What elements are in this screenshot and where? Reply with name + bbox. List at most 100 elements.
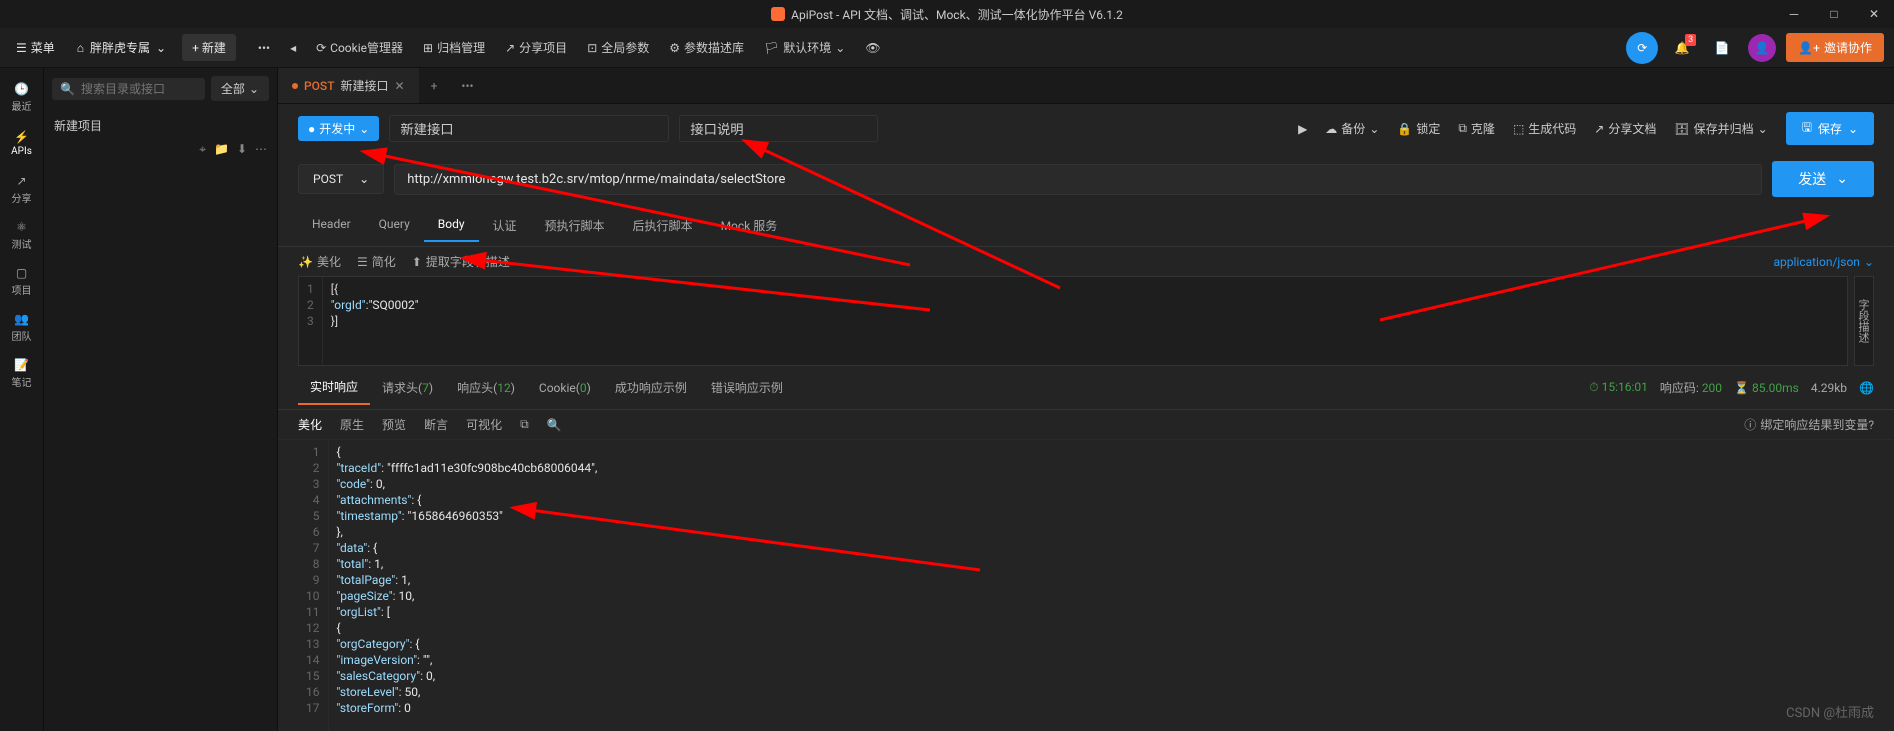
content: POST 新建接口 ✕ + ••• ●开发中 ⌄ ▶ ☁备份 ⌄ — [278, 68, 1894, 731]
unsaved-indicator — [292, 83, 298, 89]
content-type-select[interactable]: application/json ⌄ — [1773, 255, 1874, 269]
request-body-code[interactable]: [{ "orgId":"SQ0002"}] — [323, 277, 1847, 365]
download-icon[interactable]: ⬇ — [237, 142, 247, 157]
url-row: POST ⌄ 发送 ⌄ — [278, 153, 1894, 205]
extract-button[interactable]: ⬆提取字段和描述 — [412, 253, 510, 270]
app-title: ApiPost - API 文档、调试、Mock、测试一体化协作平台 V6.1.… — [771, 6, 1123, 23]
tab-header[interactable]: Header — [298, 209, 365, 242]
tab-add[interactable]: + — [419, 79, 450, 93]
tab-realtime[interactable]: 实时响应 — [298, 370, 370, 405]
avatar: 👤 — [1748, 34, 1776, 62]
clock-icon: ⏱ 15:16:01 — [1589, 380, 1648, 395]
tab-req-headers[interactable]: 请求头(7) — [370, 371, 445, 404]
gen-code-button[interactable]: ⬚生成代码 — [1505, 116, 1584, 141]
share-doc-button[interactable]: ↗分享文档 — [1586, 116, 1664, 141]
resp-assert[interactable]: 断言 — [424, 416, 448, 433]
tab-post-script[interactable]: 后执行脚本 — [619, 209, 707, 242]
notifications-button[interactable]: 🔔 3 — [1666, 32, 1698, 64]
tab-body[interactable]: Body — [424, 209, 479, 242]
global-params-button[interactable]: ⊡ 全局参数 — [577, 34, 659, 61]
rail-project[interactable]: ▢ 项目 — [4, 260, 40, 302]
minimize-button[interactable]: ─ — [1774, 0, 1814, 28]
left-rail: 🕒 最近 ⚡ APIs ↗ 分享 ⚛ 测试 ▢ 项目 👥 团队 📝 笔记 — [0, 68, 44, 731]
resp-raw[interactable]: 原生 — [340, 416, 364, 433]
project-item[interactable]: 新建项目 — [44, 109, 277, 142]
backup-icon: ☁ — [1325, 122, 1337, 136]
resp-visualize[interactable]: 可视化 — [466, 416, 502, 433]
resp-preview[interactable]: 预览 — [382, 416, 406, 433]
maximize-button[interactable]: □ — [1814, 0, 1854, 28]
request-body-editor: 123 [{ "orgId":"SQ0002"}] 字段描述 — [278, 276, 1894, 366]
close-icon[interactable]: ✕ — [395, 79, 405, 93]
locate-icon[interactable]: ⌖ — [199, 142, 206, 157]
url-input[interactable] — [394, 164, 1762, 195]
save-button[interactable]: 🖫 保存 ⌄ — [1786, 112, 1874, 145]
clone-button[interactable]: ⧉克隆 — [1450, 116, 1503, 141]
status-select[interactable]: ●开发中 ⌄ — [298, 116, 379, 141]
run-button[interactable]: ▶ — [1290, 118, 1315, 140]
tab-auth[interactable]: 认证 — [479, 209, 531, 242]
resp-beautify[interactable]: 美化 — [298, 416, 322, 433]
chevron-down-icon: ⌄ — [359, 122, 369, 136]
tab-resp-headers[interactable]: 响应头(12) — [445, 371, 527, 404]
lock-button[interactable]: 🔒锁定 — [1389, 116, 1448, 141]
window-controls: ─ □ ✕ — [1774, 0, 1894, 28]
cookie-manager[interactable]: ⟳ Cookie管理器 — [306, 34, 413, 61]
save-archive-button[interactable]: 🗄保存并归档 ⌄ — [1666, 116, 1775, 141]
copy-icon[interactable]: ⧉ — [520, 417, 529, 432]
new-button[interactable]: + 新建 — [182, 34, 236, 61]
sync-button[interactable]: ⟳ — [1626, 32, 1658, 64]
request-tabs: Header Query Body 认证 预执行脚本 后执行脚本 Mock 服务 — [278, 205, 1894, 247]
invite-button[interactable]: 👤+ 邀请协作 — [1786, 33, 1884, 62]
search-response-icon[interactable]: 🔍 — [547, 418, 562, 432]
search-input[interactable] — [81, 82, 197, 96]
tab-mock[interactable]: Mock 服务 — [707, 209, 792, 242]
share-project-button[interactable]: ↗ 分享项目 — [495, 34, 577, 61]
tab-error-example[interactable]: 错误响应示例 — [699, 371, 795, 404]
avatar-button[interactable]: 👤 — [1746, 32, 1778, 64]
tab-query[interactable]: Query — [365, 209, 424, 242]
visibility-button[interactable]: 👁 — [855, 36, 890, 60]
send-button[interactable]: 发送 ⌄ — [1772, 161, 1874, 197]
tab-menu[interactable]: ••• — [449, 79, 485, 93]
api-desc-input[interactable] — [679, 115, 878, 142]
lib-icon: ⚙ — [669, 41, 680, 55]
tab-success-example[interactable]: 成功响应示例 — [603, 371, 699, 404]
globe-icon[interactable]: 🌐 — [1859, 381, 1874, 395]
tab-cookie[interactable]: Cookie(0) — [527, 373, 603, 403]
more-button[interactable]: ••• — [248, 36, 280, 60]
response-body-code[interactable]: { "traceId": "ffffc1ad11e30fc908bc40cb68… — [329, 440, 1875, 731]
team-select[interactable]: ⌂ 胖胖虎专属 ⌄ — [69, 35, 174, 60]
rail-note[interactable]: 📝 笔记 — [4, 352, 40, 394]
rail-recent[interactable]: 🕒 最近 — [4, 76, 40, 118]
api-name-input[interactable] — [389, 115, 669, 142]
archive-icon: ⊞ — [423, 41, 433, 55]
more-icon[interactable]: ⋯ — [255, 142, 267, 157]
wand-icon: ✨ — [298, 255, 313, 269]
tab-api[interactable]: POST 新建接口 ✕ — [278, 68, 419, 103]
docs-button[interactable]: 📄 — [1706, 32, 1738, 64]
info-icon: ⓘ — [1744, 416, 1756, 433]
rail-team[interactable]: 👥 团队 — [4, 306, 40, 348]
close-button[interactable]: ✕ — [1854, 0, 1894, 28]
beautify-button[interactable]: ✨美化 — [298, 253, 341, 270]
env-select[interactable]: 🏳 默认环境 ⌄ — [754, 34, 855, 61]
tab-pre-script[interactable]: 预执行脚本 — [531, 209, 619, 242]
param-desc-lib-button[interactable]: ⚙ 参数描述库 — [659, 34, 754, 61]
field-desc-toggle[interactable]: 字段描述 — [1854, 276, 1874, 366]
filter-select[interactable]: 全部 ⌄ — [211, 76, 269, 101]
method-select[interactable]: POST ⌄ — [298, 164, 384, 194]
chevron-down-icon: ⌄ — [249, 82, 259, 96]
rail-apis[interactable]: ⚡ APIs — [4, 122, 40, 164]
folder-add-icon[interactable]: 📁 — [214, 142, 229, 157]
menu-button[interactable]: ☰ 菜单 — [10, 35, 61, 60]
rail-share[interactable]: ↗ 分享 — [4, 168, 40, 210]
rail-test[interactable]: ⚛ 测试 — [4, 214, 40, 256]
bind-variable-hint[interactable]: ⓘ 绑定响应结果到变量? — [1744, 416, 1874, 433]
search-box[interactable]: 🔍 — [52, 78, 205, 100]
backup-button[interactable]: ☁备份 ⌄ — [1317, 116, 1387, 141]
archive-button[interactable]: ⊞ 归档管理 — [413, 34, 495, 61]
sidebar: 🔍 全部 ⌄ 新建项目 ⌖ 📁 ⬇ ⋯ — [44, 68, 278, 731]
back-button[interactable]: ◂ — [280, 36, 306, 60]
simplify-button[interactable]: ☰简化 — [357, 253, 396, 270]
